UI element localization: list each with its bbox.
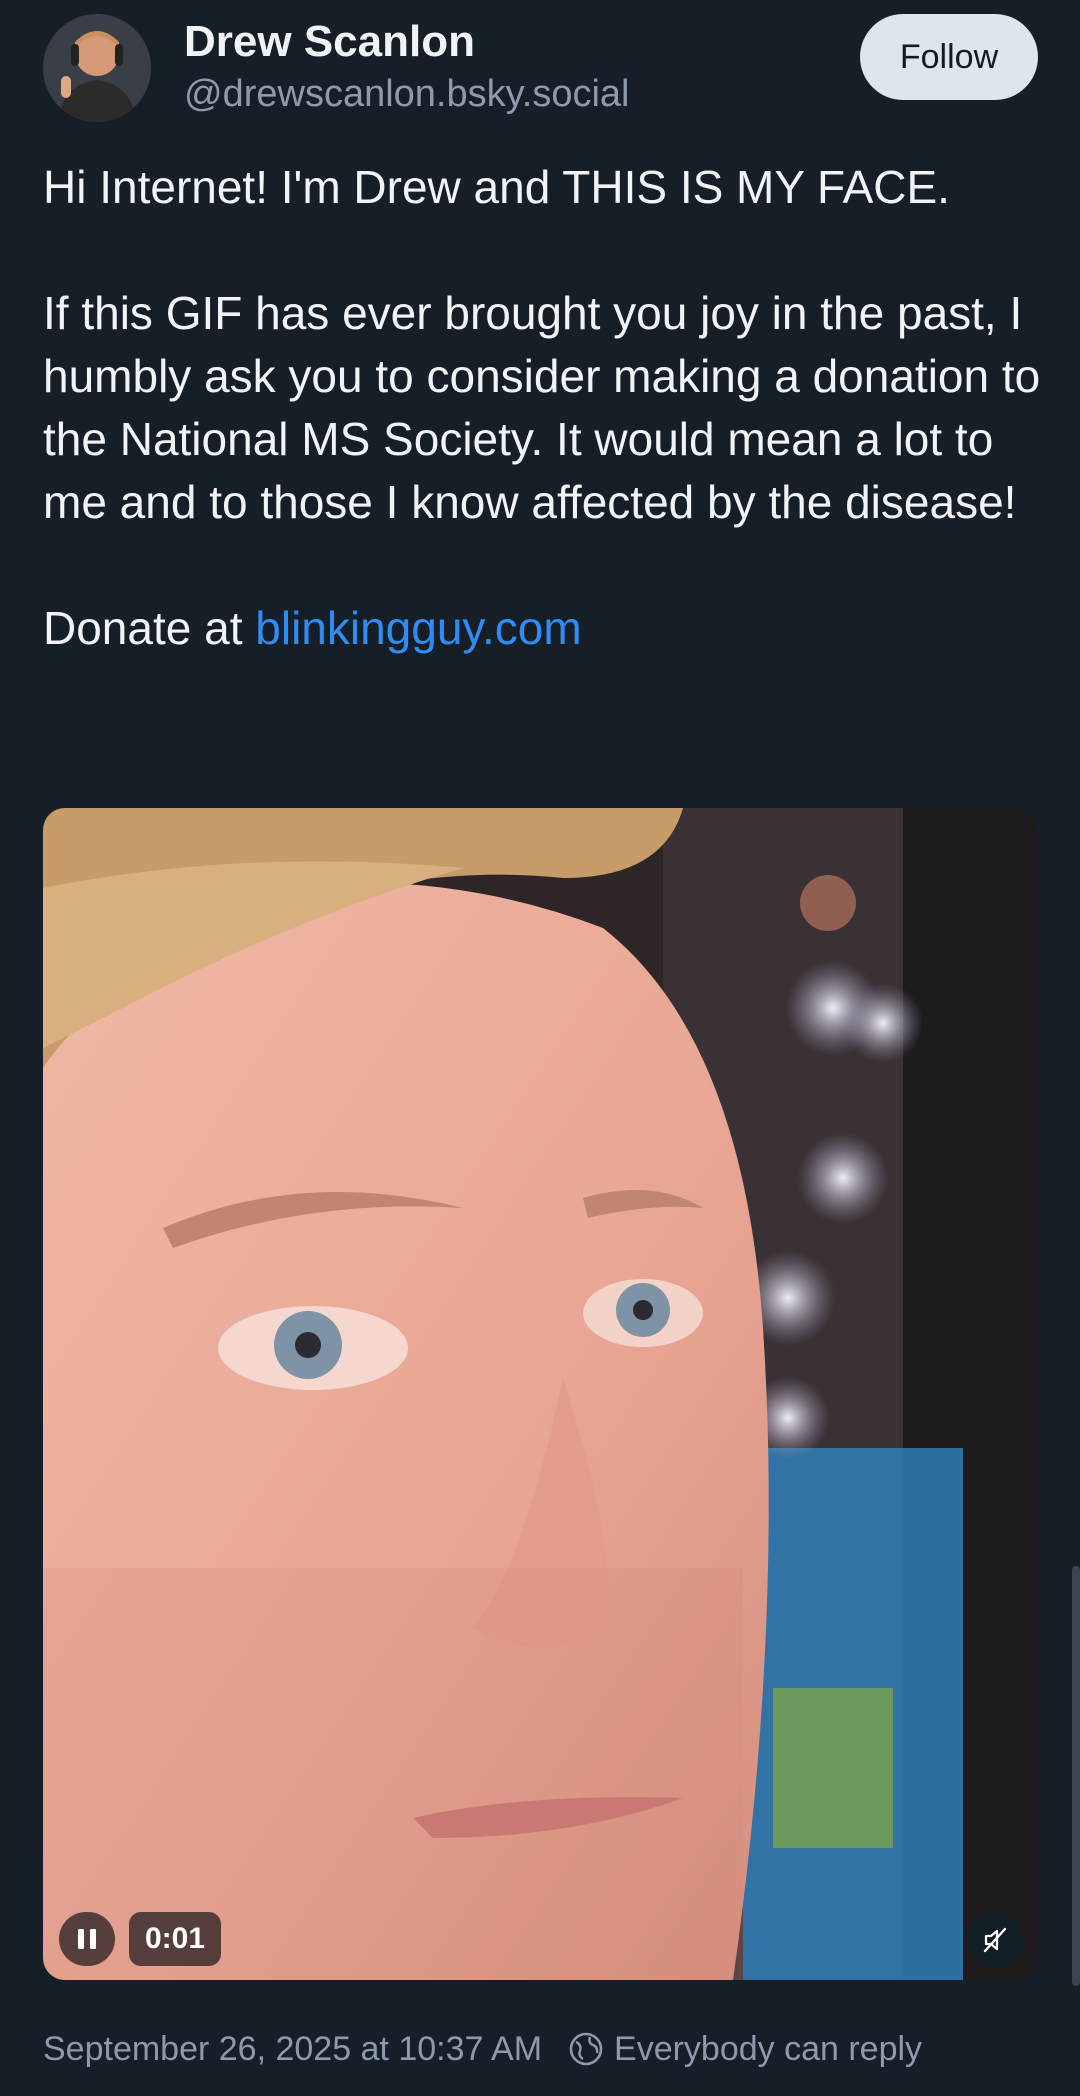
gif-frame-image [43, 808, 1037, 1980]
donate-prefix: Donate at [43, 602, 256, 654]
post-thread-view: Drew Scanlon @drewscanlon.bsky.social Fo… [0, 0, 1080, 2096]
gif-time-badge: 0:01 [129, 1912, 222, 1966]
globe-icon [569, 2032, 603, 2066]
post-paragraph-1: Hi Internet! I'm Drew and THIS IS MY FAC… [43, 161, 950, 213]
author-handle[interactable]: @drewscanlon.bsky.social [184, 73, 630, 116]
donate-link[interactable]: blinkingguy.com [255, 602, 581, 654]
author-avatar[interactable] [43, 14, 151, 122]
gif-player[interactable]: 0:01 [43, 808, 1037, 1980]
scrollbar[interactable] [1072, 1566, 1080, 1986]
pause-button[interactable] [59, 1912, 115, 1966]
post-paragraph-2: If this GIF has ever brought you joy in … [43, 287, 1041, 528]
pause-icon [78, 1929, 96, 1949]
post-footer: September 26, 2025 at 10:37 AM Everybody… [43, 2026, 922, 2072]
post-paragraph-3: Donate at blinkingguy.com [43, 597, 1043, 660]
muted-speaker-icon [983, 1927, 1007, 1953]
mute-toggle-button[interactable] [967, 1912, 1023, 1968]
follow-button[interactable]: Follow [860, 14, 1038, 100]
reply-setting-label: Everybody can reply [614, 2029, 923, 2068]
author-display-name[interactable]: Drew Scanlon [184, 17, 475, 66]
post-text: Hi Internet! I'm Drew and THIS IS MY FAC… [43, 156, 1043, 660]
post-timestamp: September 26, 2025 at 10:37 AM [43, 2029, 543, 2068]
avatar-photo [43, 14, 151, 122]
reply-setting[interactable]: Everybody can reply [568, 2030, 922, 2069]
